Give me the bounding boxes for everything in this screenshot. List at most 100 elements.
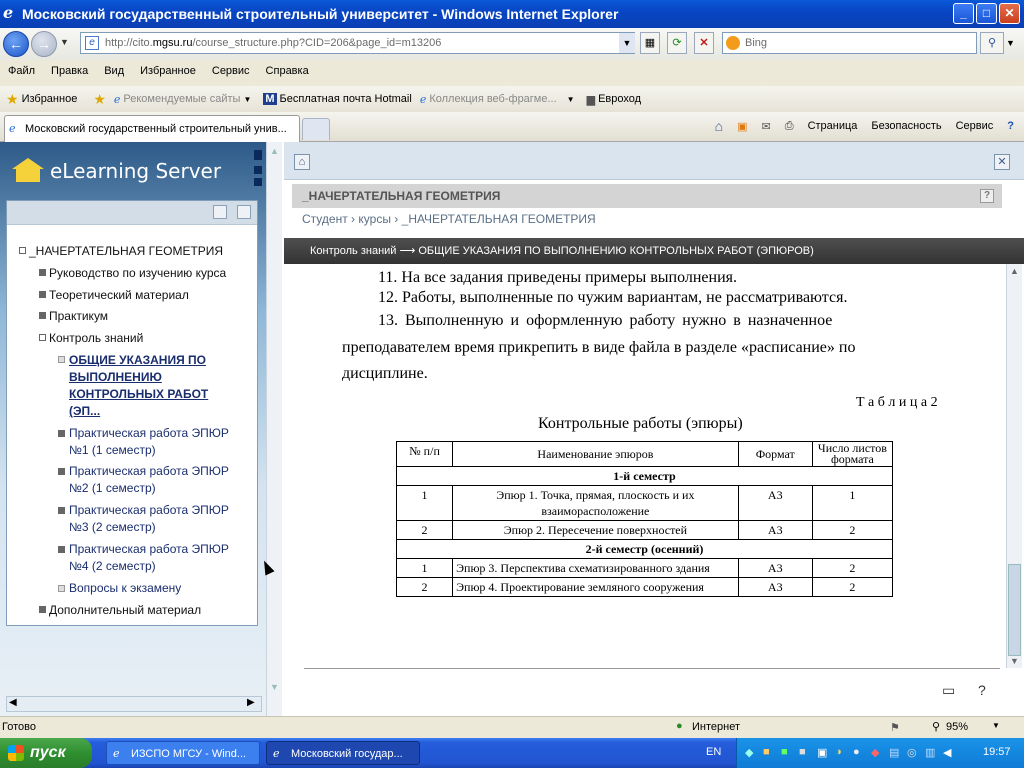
volume-icon[interactable]: ◀ (943, 746, 951, 759)
tab-current[interactable]: e Московский государственный строительны… (4, 115, 300, 142)
breadcrumb-course[interactable]: _НАЧЕРТАТЕЛЬНАЯ ГЕОМЕТРИЯ (402, 212, 596, 226)
tray-app-icon[interactable]: ◆ (745, 746, 753, 759)
scroll-thumb[interactable] (1008, 564, 1021, 656)
horizontal-scrollbar[interactable]: ◀ ▶ (6, 696, 262, 712)
tray-app-icon[interactable]: ▣ (817, 746, 827, 759)
print-icon[interactable]: ⎙ (785, 120, 794, 133)
bullet-icon (58, 585, 65, 592)
bullet-icon (39, 291, 46, 298)
scroll-up-icon[interactable]: ▲ (1010, 266, 1019, 276)
tray-app-icon[interactable]: ◎ (907, 746, 917, 759)
tray-app-icon[interactable]: ◑ (835, 746, 842, 758)
help-icon[interactable]: ? (1007, 120, 1014, 132)
menu-help[interactable]: Справка (266, 65, 309, 77)
chevron-down-icon[interactable]: ▼ (243, 95, 251, 104)
scroll-right-icon[interactable]: ▶ (247, 697, 255, 708)
scroll-up-icon[interactable]: ▲ (270, 146, 279, 156)
maximize-button[interactable]: □ (976, 3, 997, 24)
menu-favorites[interactable]: Избранное (140, 65, 196, 77)
start-label: пуск (30, 744, 66, 761)
zoom-level[interactable]: 95% (946, 721, 968, 733)
tree-subitem[interactable]: Практическая работа ЭПЮР №1 (1 семестр) (58, 425, 229, 459)
tree-item[interactable]: Контроль знаний (39, 330, 143, 347)
protected-mode-icon[interactable]: ⚑ (890, 721, 900, 734)
compat-view-icon[interactable]: ▦ (640, 32, 660, 54)
add-favorite-icon[interactable]: ★ (93, 91, 106, 108)
sidebar-collapse-handle[interactable] (254, 150, 264, 190)
tray-app-icon[interactable]: ■ (781, 746, 788, 758)
sidebar-scrollbar[interactable]: ▲ ▼ (266, 142, 282, 716)
tree-subitem[interactable]: Практическая работа ЭПЮР №3 (2 семестр) (58, 502, 229, 536)
book-icon[interactable]: ▭ (942, 682, 955, 699)
breadcrumb-student[interactable]: Студент (302, 212, 348, 226)
fav-webslice-gallery[interactable]: Коллекция веб-фрагме... (429, 93, 556, 105)
start-button[interactable]: пуск (0, 738, 92, 768)
clock[interactable]: 19:57 (983, 746, 1011, 758)
home-icon[interactable]: ⌂ (715, 118, 723, 134)
tree-subitem[interactable]: Практическая работа ЭПЮР №2 (1 семестр) (58, 463, 229, 497)
collapse-icon (39, 334, 46, 341)
address-host: mgsu.ru (152, 37, 193, 49)
menu-file[interactable]: Файл (8, 65, 35, 77)
search-input[interactable]: Bing (722, 32, 977, 54)
tree-item[interactable]: Теоретический материал (39, 287, 189, 304)
tree-subitem[interactable]: Практическая работа ЭПЮР №4 (2 семестр) (58, 541, 229, 575)
feeds-icon[interactable]: ▣ (737, 120, 747, 133)
menu-tools[interactable]: Сервис (212, 65, 250, 77)
breadcrumb-courses[interactable]: курсы (358, 212, 391, 226)
table-cell: 1 (395, 558, 454, 578)
taskbar-item-active[interactable]: e Московский государ... (266, 741, 420, 765)
tree-item[interactable]: Дополнительный материал (39, 602, 201, 619)
menu-view[interactable]: Вид (104, 65, 124, 77)
scroll-down-icon[interactable]: ▼ (1010, 656, 1019, 666)
history-dropdown-icon[interactable]: ▼ (60, 37, 69, 47)
chevron-down-icon[interactable]: ▼ (992, 721, 1000, 730)
tree-item[interactable]: Практикум (39, 308, 108, 325)
fav-suggested-sites[interactable]: Рекомендуемые сайты (123, 93, 240, 105)
forward-button[interactable]: → (31, 31, 57, 57)
minimize-button[interactable]: _ (953, 3, 974, 24)
address-dropdown-icon[interactable]: ▼ (619, 33, 635, 53)
language-indicator[interactable]: EN (706, 746, 721, 758)
stop-icon[interactable]: ✕ (694, 32, 714, 54)
fav-hotmail[interactable]: Бесплатная почта Hotmail (280, 93, 412, 105)
tray-app-icon[interactable]: ▥ (925, 746, 935, 759)
network-icon[interactable]: ▤ (889, 746, 899, 759)
tree-item[interactable]: Руководство по изучению курса (39, 265, 226, 282)
menu-edit[interactable]: Правка (51, 65, 88, 77)
tray-app-icon[interactable]: ◆ (871, 746, 879, 759)
info-icon[interactable]: ? (978, 682, 986, 698)
search-options-icon[interactable]: ▼ (1006, 38, 1015, 48)
elearning-logo: eLearning Server (12, 154, 221, 188)
favorites-button[interactable]: Избранное (22, 93, 78, 105)
close-button[interactable]: ✕ (999, 3, 1020, 24)
mail-icon[interactable]: ✉ (762, 120, 771, 133)
chevron-down-icon[interactable]: ▼ (567, 95, 575, 104)
taskbar-item[interactable]: e ИЗСПО МГСУ - Wind... (106, 741, 260, 765)
bullet-icon (39, 606, 46, 613)
new-tab-button[interactable] (302, 118, 330, 140)
close-icon[interactable]: ✕ (994, 154, 1010, 170)
page-menu[interactable]: Страница (808, 120, 858, 132)
tray-app-icon[interactable]: ■ (763, 746, 770, 758)
search-icon[interactable] (213, 205, 227, 219)
help-icon[interactable]: ? (980, 189, 994, 203)
window-icon[interactable] (237, 205, 251, 219)
scroll-down-icon[interactable]: ▼ (270, 682, 279, 692)
home-icon[interactable]: ⌂ (294, 154, 310, 170)
tree-subitem[interactable]: Вопросы к экзамену (58, 580, 181, 597)
refresh-icon[interactable]: ⟳ (667, 32, 687, 54)
document-scrollbar[interactable]: ▲ ▼ (1006, 264, 1022, 668)
safety-menu[interactable]: Безопасность (871, 120, 941, 132)
scroll-left-icon[interactable]: ◀ (9, 697, 17, 708)
fav-evrohod[interactable]: Евроход (598, 93, 641, 105)
tray-app-icon[interactable]: ■ (799, 746, 806, 758)
back-button[interactable]: ← (3, 31, 29, 57)
tree-root[interactable]: _НАЧЕРТАТЕЛЬНАЯ ГЕОМЕТРИЯ (19, 243, 223, 260)
tools-menu[interactable]: Сервис (956, 120, 994, 132)
tree-item-active[interactable]: ОБЩИЕ УКАЗАНИЯ ПО ВЫПОЛНЕНИЮ КОНТРОЛЬНЫХ… (58, 352, 208, 420)
tray-app-icon[interactable]: ● (853, 746, 860, 758)
address-bar[interactable]: e http://cito.mgsu.ru/course_structure.p… (80, 32, 635, 54)
address-prefix: http://cito. (105, 37, 153, 49)
search-icon[interactable]: ⚲ (980, 32, 1004, 54)
